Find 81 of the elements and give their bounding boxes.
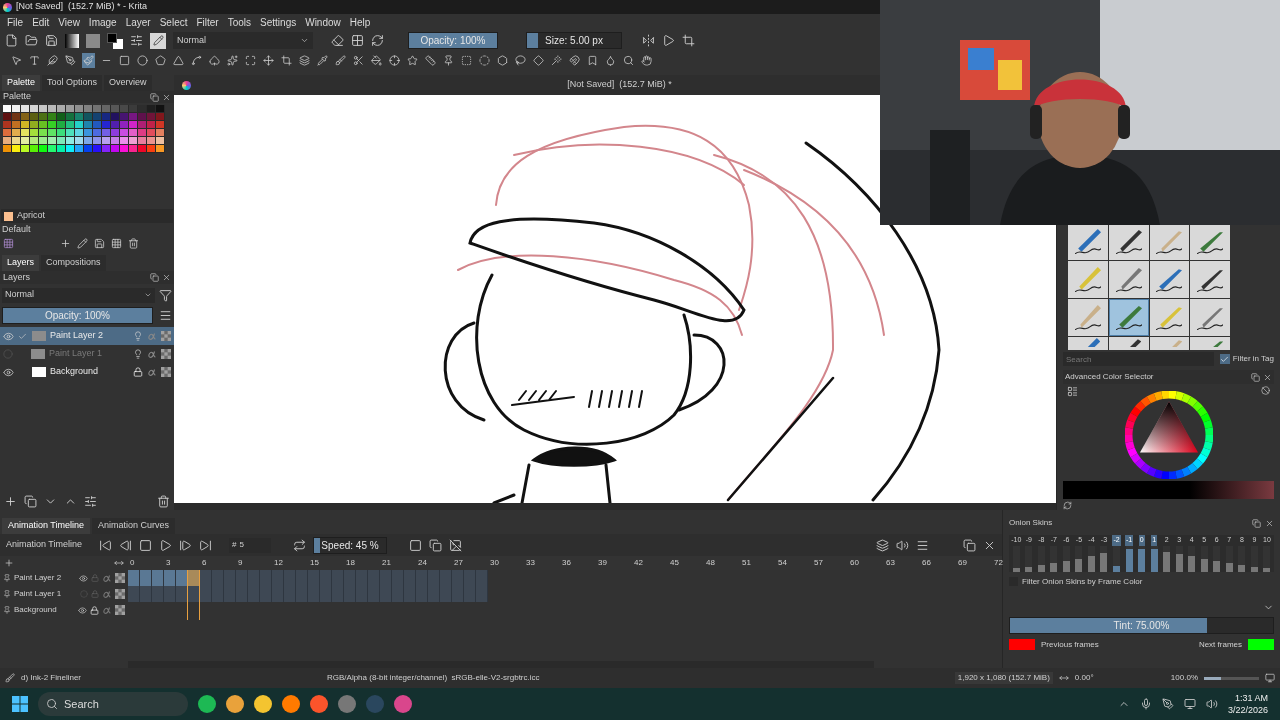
brush-name: d) Ink-2 Fineliner	[21, 672, 83, 684]
docker-tab[interactable]: Palette	[2, 75, 41, 91]
ruler-label: 45	[670, 557, 679, 569]
taskbar-search-field[interactable]: Search	[38, 692, 188, 716]
timeline-layer-row[interactable]: Paint Layer 1	[0, 586, 128, 602]
layer-name: Paint Layer 1	[49, 347, 104, 361]
next-frames-label: Next frames	[1198, 638, 1242, 651]
ruler-label: 63	[886, 557, 895, 569]
blend-mode-dropdown[interactable]: Normal	[173, 32, 313, 49]
docker-tab[interactable]: Tool Options	[42, 75, 103, 91]
panel-title: Animation Timeline	[6, 538, 84, 552]
menu-item[interactable]: Window	[305, 14, 341, 30]
layer-name: Paint Layer 2	[50, 329, 105, 343]
ruler-label: 60	[850, 557, 859, 569]
ruler-label: 54	[778, 557, 787, 569]
palette-set-label: Default	[1, 223, 32, 235]
slider-field[interactable]: Tint: 75.00%	[1009, 616, 1274, 634]
canvas-title: [Not Saved] (152.7 MiB) *	[566, 78, 673, 92]
ruler-label: 66	[922, 557, 931, 569]
ruler-label: 12	[274, 557, 283, 569]
window-title: [Not Saved] (152.7 MiB) * - Krita	[16, 0, 148, 14]
menu-item[interactable]: Tools	[227, 14, 252, 30]
ruler-label: 72	[994, 557, 1003, 569]
menu-item[interactable]: Filter	[196, 14, 219, 30]
menu-item[interactable]: Layer	[125, 14, 151, 30]
ruler-label: 6	[202, 557, 207, 569]
panel-title: Advanced Color Selector	[1065, 371, 1154, 384]
ruler-label: 18	[346, 557, 355, 569]
previous-frames-label: Previous frames	[1041, 638, 1100, 651]
image-size-info: 1,920 x 1,080 (152.7 MiB)	[954, 672, 1053, 684]
timeline-layer-row[interactable]: Paint Layer 2	[0, 570, 128, 586]
ruler-label: 51	[742, 557, 751, 569]
docker-tab[interactable]: Animation Timeline	[2, 518, 91, 534]
menu-item[interactable]: Settings	[260, 14, 297, 30]
layer-row[interactable]: Paint Layer 2	[0, 327, 174, 345]
menu-item[interactable]: Help	[349, 14, 371, 30]
blend-mode-dropdown[interactable]: Normal	[2, 287, 155, 303]
ruler-label: 0	[130, 557, 135, 569]
ruler-label: 33	[526, 557, 535, 569]
slider-field[interactable]: Speed: 45 %	[313, 536, 387, 554]
docker-tab[interactable]: Animation Curves	[92, 518, 176, 534]
menu-item[interactable]: View	[58, 14, 80, 30]
clock-date: 3/22/2026	[1227, 704, 1268, 716]
ruler-label: 69	[958, 557, 967, 569]
ruler-label: 30	[490, 557, 499, 569]
ruler-label: 21	[382, 557, 391, 569]
filter-checkbox[interactable]: Filter Onion Skins by Frame Color	[1009, 575, 1274, 588]
menu-item[interactable]: Edit	[32, 14, 50, 30]
clock-time: 1:31 AM	[1234, 692, 1268, 704]
filter-in-tag-checkbox[interactable]: Filter in Tag	[1219, 353, 1274, 366]
panel-title: Onion Skins	[1009, 517, 1053, 529]
layer-row[interactable]: Background	[0, 363, 174, 381]
ruler-label: 57	[814, 557, 823, 569]
ruler-label: 24	[418, 557, 427, 569]
docker-tab[interactable]: Compositions	[41, 255, 106, 271]
zoom-info: 100.0%	[1170, 672, 1198, 684]
frame-field[interactable]: # 5	[229, 537, 271, 553]
menu-item[interactable]: Image	[88, 14, 117, 30]
ruler-label: 15	[310, 557, 319, 569]
ruler-label: 36	[562, 557, 571, 569]
slider-field[interactable]: Opacity: 100%	[2, 306, 153, 324]
color-space-info: RGB/Alpha (8-bit integer/channel) sRGB-elle-V2-srgbtrc.icc	[327, 672, 540, 684]
search-field[interactable]: Search	[1063, 352, 1214, 367]
panel-title: Layers	[3, 270, 30, 284]
slider-field[interactable]: Size: 5.00 px	[526, 32, 622, 49]
panel-title: Palette	[3, 90, 32, 104]
rotation-info: 0.00°	[1074, 672, 1095, 684]
menu-item[interactable]: File	[7, 14, 24, 30]
ruler-label: 27	[454, 557, 463, 569]
layer-name: Background	[50, 365, 100, 379]
ruler-label: 3	[166, 557, 171, 569]
docker-tab[interactable]: Layers	[2, 255, 39, 271]
timeline-layer-row[interactable]: Background	[0, 602, 128, 618]
current-color-field[interactable]: Apricot	[1, 209, 173, 223]
menu-item[interactable]: Select	[159, 14, 188, 30]
ruler-label: 42	[634, 557, 643, 569]
docker-tab[interactable]: Overview	[104, 75, 152, 91]
ruler-label: 9	[238, 557, 243, 569]
ruler-label: 48	[706, 557, 715, 569]
ruler-label: 39	[598, 557, 607, 569]
slider-field[interactable]: Opacity: 100%	[408, 32, 498, 49]
